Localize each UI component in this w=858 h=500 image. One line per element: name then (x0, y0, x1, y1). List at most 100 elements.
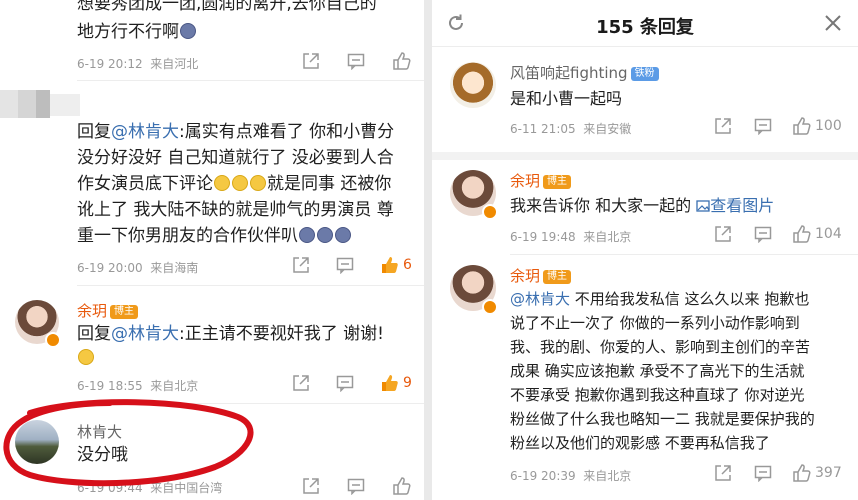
verified-icon (482, 204, 498, 220)
like-button[interactable]: 6 (380, 255, 412, 275)
like-count: 9 (403, 375, 412, 391)
comment-text: 我、我的剧、你爱的人、影响到主创们的辛苦 (510, 338, 811, 356)
comment-icon (754, 226, 772, 243)
username[interactable]: 余玥 博主 (510, 170, 572, 191)
emoji-icon (232, 175, 248, 191)
comment-text: 回复@林肯大:属实有点难看了 你和小曹分 (77, 122, 395, 142)
comment-icon (754, 465, 772, 482)
username[interactable]: 风笛响起fighting 铁粉 (510, 62, 659, 83)
right-screenshot: 155 条回复 风笛响起fighting 铁粉 是和小曹一起吗 6-11 21:0… (432, 0, 858, 500)
comment-icon (347, 478, 365, 495)
like-count: 100 (815, 118, 842, 134)
share-button[interactable] (302, 477, 320, 495)
close-icon (825, 15, 841, 31)
reply-count-title: 155 条回复 (596, 17, 694, 38)
comment-meta: 6-19 19:48 来自北京 (510, 230, 632, 244)
comment-text: 粉丝做了什么我也略知一二 我就是要保护我的 (510, 410, 815, 428)
thumb-up-icon (793, 225, 811, 243)
comment-icon (347, 53, 365, 70)
comment-meta: 6-11 21:05 来自安徽 (510, 122, 632, 136)
reply-button[interactable] (336, 256, 354, 274)
share-button[interactable] (714, 117, 732, 135)
comment-text: 作女演员底下评论 就是同事 还被你 (77, 174, 392, 194)
share-icon (303, 478, 319, 494)
comment-icon (336, 257, 354, 274)
comment-text: 回复@林肯大:正主请不要视奸我了 谢谢! (77, 324, 384, 344)
like-button[interactable]: 9 (380, 373, 412, 393)
fan-badge: 铁粉 (630, 67, 659, 81)
mention-link[interactable]: @林肯大 (510, 290, 570, 308)
emoji-icon (180, 23, 196, 39)
reply-button[interactable] (347, 477, 365, 495)
like-count: 397 (815, 465, 842, 481)
reply-button[interactable] (754, 464, 772, 482)
blogger-badge: 博主 (110, 305, 139, 319)
share-icon (715, 465, 731, 481)
share-icon (293, 375, 309, 391)
mention-link[interactable]: @林肯大 (111, 324, 179, 344)
share-icon (715, 118, 731, 134)
comment-meta: 6-19 20:00 来自海南 (77, 261, 199, 275)
thumb-up-icon (793, 464, 811, 482)
thumb-up-filled-icon (382, 375, 398, 391)
username[interactable]: 余玥 博主 (510, 265, 572, 286)
like-count: 104 (815, 226, 842, 242)
share-button[interactable] (292, 374, 310, 392)
thumb-up-icon (393, 52, 411, 70)
comment-text (77, 346, 95, 371)
like-button[interactable] (392, 476, 412, 496)
red-circle-annotation (3, 399, 254, 487)
comment-text: 想要秀团成一团,圆润的离开,去你自己的 (77, 0, 377, 14)
comment-meta: 6-19 18:55 来自北京 (77, 379, 199, 393)
comment-text: 说了不止一次了 你做的一系列小动作影响到 (510, 314, 800, 332)
reply-button[interactable] (336, 374, 354, 392)
emoji-icon (214, 175, 230, 191)
like-button[interactable] (392, 51, 412, 71)
verified-icon (482, 299, 498, 315)
blogger-badge: 博主 (543, 175, 572, 189)
share-button[interactable] (714, 464, 732, 482)
comment-text: 不要承受 抱歉你遇到我这种直球了 你对逆光 (510, 386, 805, 404)
emoji-icon (299, 227, 315, 243)
reply-button[interactable] (754, 117, 772, 135)
share-icon (715, 226, 731, 242)
username[interactable]: 余玥 博主 (77, 300, 139, 321)
comment-text: 粉丝以及他们的观影感 不要再私信我了 (510, 434, 770, 452)
thumb-up-filled-icon (382, 257, 398, 273)
thumb-up-icon (793, 117, 811, 135)
comment-text: 地方行不行啊 (77, 20, 197, 45)
like-button[interactable]: 104 (792, 224, 842, 244)
image-icon (696, 200, 710, 212)
emoji-icon (78, 349, 94, 365)
thumb-up-icon (393, 477, 411, 495)
emoji-icon (317, 227, 333, 243)
share-icon (293, 257, 309, 273)
comment-text: 我来告诉你 和大家一起的 查看图片 (510, 196, 775, 215)
divider (432, 152, 858, 160)
comment-text: 成果 确实应该抱歉 承受不了高光下的生活就 (510, 362, 805, 380)
share-button[interactable] (714, 225, 732, 243)
comment-meta: 6-19 20:39 来自北京 (510, 469, 632, 483)
divider (77, 80, 424, 81)
blogger-badge: 博主 (543, 270, 572, 284)
share-button[interactable] (302, 52, 320, 70)
view-image-link[interactable]: 查看图片 (696, 196, 774, 215)
like-button[interactable]: 397 (792, 463, 842, 483)
comment-text: 讹上了 我大陆不缺的就是帅气的男演员 尊 (77, 200, 394, 220)
blurred-avatar (0, 90, 80, 120)
close-button[interactable] (824, 14, 842, 32)
like-count: 6 (403, 257, 412, 273)
panel-divider (424, 0, 432, 500)
mention-link[interactable]: @林肯大 (111, 122, 179, 142)
like-button[interactable]: 100 (792, 116, 842, 136)
reply-button[interactable] (754, 225, 772, 243)
left-screenshot: 想要秀团成一团,圆润的离开,去你自己的 地方行不行啊 6-19 20:12 来自… (0, 0, 424, 500)
divider (77, 285, 424, 286)
comment-text: 是和小曹一起吗 (510, 89, 623, 108)
emoji-icon (250, 175, 266, 191)
header-divider (432, 46, 858, 47)
reply-button[interactable] (347, 52, 365, 70)
share-button[interactable] (292, 256, 310, 274)
comment-icon (336, 375, 354, 392)
avatar[interactable] (450, 62, 496, 108)
